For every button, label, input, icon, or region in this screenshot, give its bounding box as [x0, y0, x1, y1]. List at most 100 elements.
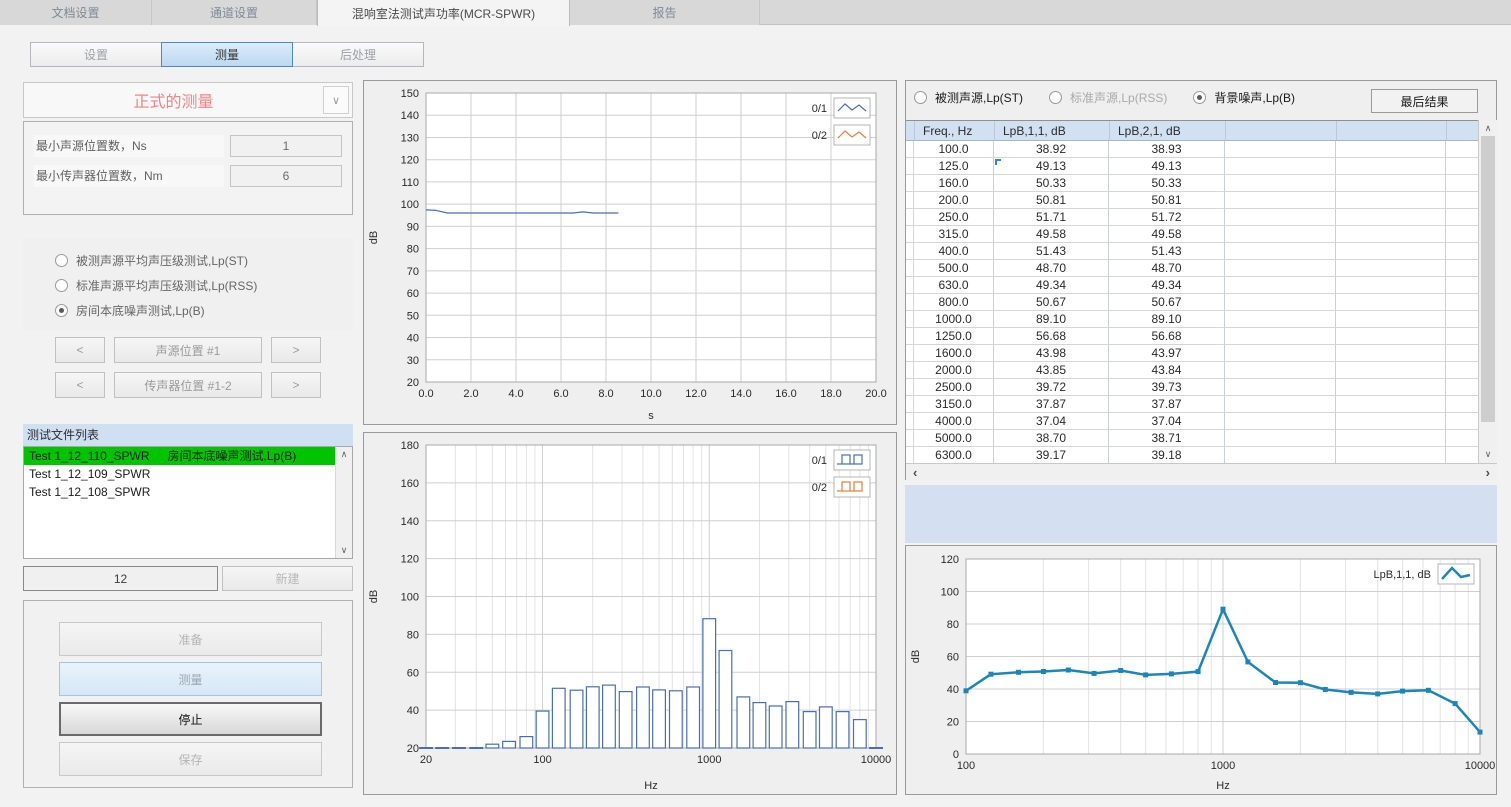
row-gutter[interactable] — [906, 379, 914, 396]
action-button-active[interactable]: 测量 — [59, 662, 322, 696]
table-cell[interactable]: 250.0 — [914, 209, 994, 226]
table-cell[interactable] — [1446, 362, 1478, 379]
table-cell[interactable]: 51.71 — [994, 209, 1109, 226]
table-cell[interactable]: 51.72 — [1109, 209, 1225, 226]
table-cell[interactable]: 39.72 — [994, 379, 1109, 396]
param-input[interactable]: 6 — [230, 165, 342, 187]
table-cell[interactable] — [1336, 413, 1446, 430]
table-row[interactable]: 4000.037.0437.04 — [906, 413, 1478, 430]
table-row[interactable]: 200.050.8150.81 — [906, 192, 1478, 209]
table-cell[interactable] — [1446, 328, 1478, 345]
table-cell[interactable] — [1446, 260, 1478, 277]
table-cell[interactable]: 37.87 — [1109, 396, 1225, 413]
table-cell[interactable] — [1336, 362, 1446, 379]
table-cell[interactable]: 50.33 — [994, 175, 1109, 192]
action-button-enabled[interactable]: 停止 — [59, 702, 322, 736]
result-radio-option[interactable]: 标准声源,Lp(RSS) — [1049, 89, 1167, 106]
file-count-button[interactable]: 12 — [23, 566, 218, 591]
table-row[interactable]: 6300.039.1739.18 — [906, 447, 1478, 463]
table-cell[interactable] — [1446, 345, 1478, 362]
radio-icon[interactable] — [1193, 91, 1206, 104]
table-cell[interactable]: 56.68 — [994, 328, 1109, 345]
table-cell[interactable]: 400.0 — [914, 243, 994, 260]
table-cell[interactable]: 38.70 — [994, 430, 1109, 447]
table-cell[interactable]: 49.58 — [994, 226, 1109, 243]
row-gutter[interactable] — [906, 277, 914, 294]
row-gutter[interactable] — [906, 209, 914, 226]
table-cell[interactable] — [1225, 260, 1336, 277]
table-row[interactable]: 630.049.3449.34 — [906, 277, 1478, 294]
result-radio-option[interactable]: 背景噪声,Lp(B) — [1193, 89, 1295, 106]
table-cell[interactable]: 630.0 — [914, 277, 994, 294]
table-cell[interactable] — [1336, 226, 1446, 243]
table-cell[interactable] — [1225, 209, 1336, 226]
table-row[interactable]: 1250.056.6856.68 — [906, 328, 1478, 345]
table-cell[interactable]: 89.10 — [1109, 311, 1225, 328]
table-cell[interactable] — [1225, 192, 1336, 209]
row-gutter[interactable] — [906, 430, 914, 447]
table-row[interactable]: 800.050.6750.67 — [906, 294, 1478, 311]
table-row[interactable]: 3150.037.8737.87 — [906, 396, 1478, 413]
file-list-item[interactable]: Test 1_12_110_SPWR房间本底噪声测试,Lp(B) — [24, 447, 352, 465]
table-cell[interactable] — [1446, 158, 1478, 175]
next-button[interactable]: > — [271, 372, 321, 398]
table-cell[interactable]: 1250.0 — [914, 328, 994, 345]
measurement-mode-dropdown[interactable]: 正式的测量 ∨ — [23, 82, 353, 118]
table-cell[interactable]: 1000.0 — [914, 311, 994, 328]
table-row[interactable]: 2500.039.7239.73 — [906, 379, 1478, 396]
table-cell[interactable]: 51.43 — [1109, 243, 1225, 260]
row-gutter[interactable] — [906, 158, 914, 175]
table-cell[interactable]: 49.58 — [1109, 226, 1225, 243]
scrollbar-thumb[interactable] — [1481, 136, 1495, 422]
radio-option[interactable]: 被测声源平均声压级测试,Lp(ST) — [55, 248, 353, 273]
row-gutter[interactable] — [906, 243, 914, 260]
scroll-left-icon[interactable]: ‹ — [906, 465, 924, 480]
chevron-down-icon[interactable]: ∨ — [323, 86, 349, 114]
position-label-button[interactable]: 声源位置 #1 — [114, 337, 262, 363]
table-cell[interactable]: 43.98 — [994, 345, 1109, 362]
table-cell[interactable]: 49.13 — [1109, 158, 1225, 175]
table-cell[interactable] — [1225, 396, 1336, 413]
table-cell[interactable] — [1225, 328, 1336, 345]
table-cell[interactable] — [1225, 430, 1336, 447]
table-cell[interactable] — [1446, 430, 1478, 447]
row-gutter[interactable] — [906, 328, 914, 345]
row-gutter[interactable] — [906, 396, 914, 413]
table-cell[interactable]: 37.04 — [994, 413, 1109, 430]
sub-tab[interactable]: 测量 — [161, 42, 293, 67]
table-cell[interactable]: 51.43 — [994, 243, 1109, 260]
top-tab-active[interactable]: 混响室法测试声功率(MCR-SPWR) — [317, 0, 570, 26]
row-gutter[interactable] — [906, 294, 914, 311]
table-cell[interactable] — [1446, 396, 1478, 413]
table-cell[interactable] — [1225, 362, 1336, 379]
table-cell[interactable]: 50.67 — [1109, 294, 1225, 311]
scroll-up-icon[interactable]: ∧ — [1479, 121, 1497, 136]
row-gutter[interactable] — [906, 141, 914, 158]
table-row[interactable]: 1600.043.9843.97 — [906, 345, 1478, 362]
table-cell[interactable]: 1600.0 — [914, 345, 994, 362]
table-cell[interactable]: 43.85 — [994, 362, 1109, 379]
table-cell[interactable] — [1446, 447, 1478, 463]
table-cell[interactable]: 39.18 — [1109, 447, 1225, 463]
table-cell[interactable] — [1225, 311, 1336, 328]
row-gutter[interactable] — [906, 175, 914, 192]
table-cell[interactable]: 200.0 — [914, 192, 994, 209]
table-cell[interactable] — [1336, 430, 1446, 447]
table-cell[interactable]: 5000.0 — [914, 430, 994, 447]
table-row[interactable]: 250.051.7151.72 — [906, 209, 1478, 226]
table-cell[interactable]: 37.04 — [1109, 413, 1225, 430]
table-cell[interactable] — [1225, 175, 1336, 192]
table-row[interactable]: 400.051.4351.43 — [906, 243, 1478, 260]
table-cell[interactable] — [1446, 379, 1478, 396]
table-cell[interactable] — [1225, 294, 1336, 311]
row-gutter[interactable] — [906, 192, 914, 209]
table-row[interactable]: 500.048.7048.70 — [906, 260, 1478, 277]
table-cell[interactable] — [1446, 192, 1478, 209]
new-file-button[interactable]: 新建 — [222, 566, 353, 591]
scroll-up-icon[interactable]: ∧ — [336, 447, 352, 462]
table-cell[interactable]: 49.13 — [994, 158, 1109, 175]
action-button-disabled[interactable]: 保存 — [59, 742, 322, 776]
table-cell[interactable] — [1446, 141, 1478, 158]
table-cell[interactable] — [1336, 396, 1446, 413]
table-row[interactable]: 1000.089.1089.10 — [906, 311, 1478, 328]
